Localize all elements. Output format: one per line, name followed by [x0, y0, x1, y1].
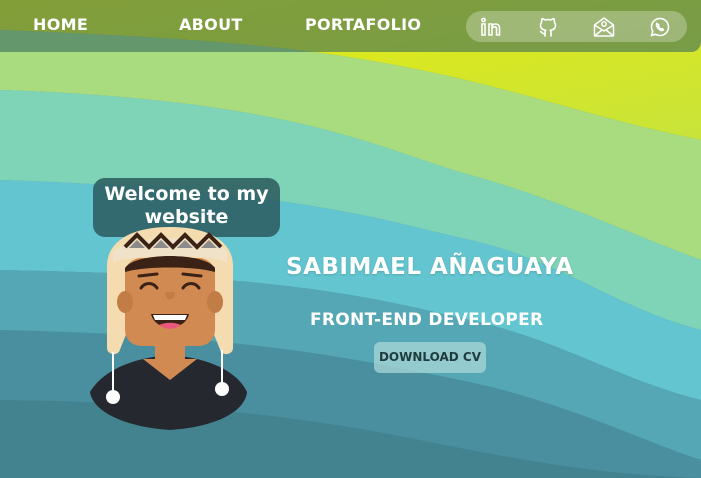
avatar-illustration — [90, 227, 247, 430]
linkedin-icon[interactable] — [479, 15, 503, 39]
hero-role: FRONT-END DEVELOPER — [310, 310, 544, 330]
whatsapp-icon[interactable] — [648, 15, 672, 39]
download-cv-button[interactable]: DOWNLOAD CV — [374, 342, 486, 373]
download-cv-label: DOWNLOAD CV — [378, 350, 482, 364]
nav-portafolio-link[interactable]: PORTAFOLIO — [305, 15, 421, 34]
social-links-bar — [466, 11, 687, 42]
nav-home-link[interactable]: HOME — [33, 15, 88, 34]
hero-name: SABIMAEL AÑAGUAYA — [286, 254, 574, 280]
nav-about-link[interactable]: ABOUT — [179, 15, 243, 34]
navbar: HOME ABOUT PORTAFOLIO — [0, 0, 701, 52]
email-icon[interactable] — [592, 15, 616, 39]
github-icon[interactable] — [536, 15, 560, 39]
